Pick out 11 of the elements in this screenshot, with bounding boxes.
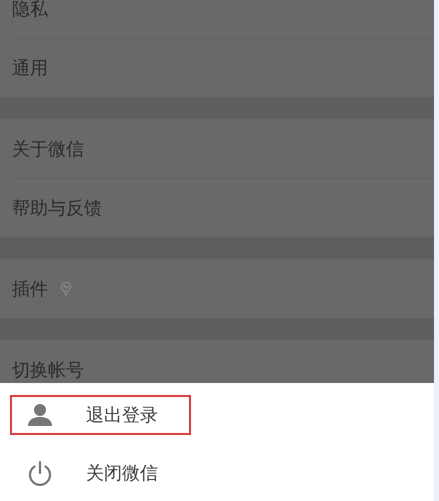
settings-item[interactable]: 帮助与反馈 [12,196,102,220]
power-icon [26,459,54,487]
person-icon [26,401,54,429]
settings-item[interactable]: 通用 [12,56,48,80]
settings-item[interactable]: 关于微信 [12,136,84,160]
settings-item[interactable]: 隐私 [12,0,48,20]
sheet-option[interactable]: 退出登录 [10,395,191,435]
settings-item[interactable]: 插件 [12,276,48,300]
pin-icon [60,281,72,296]
settings-item[interactable]: 切换帐号 [12,358,84,382]
sheet-option[interactable]: 关闭微信 [10,453,191,493]
